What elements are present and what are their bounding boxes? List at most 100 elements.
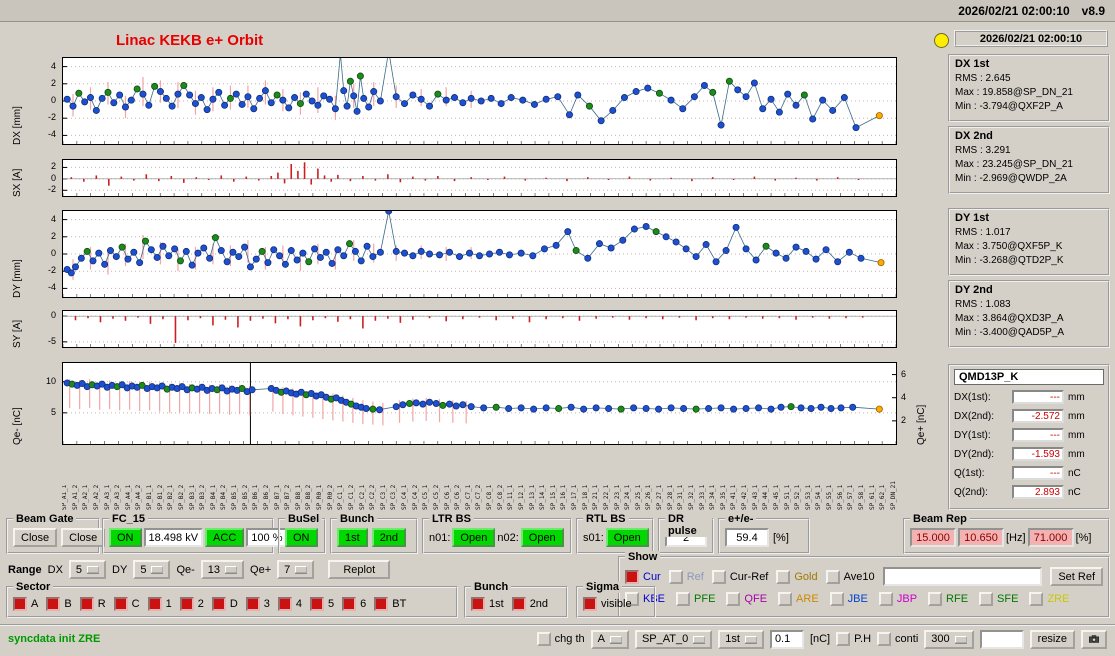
ltr-n02-open-button[interactable]: Open	[521, 528, 564, 547]
bunch-order-select[interactable]: 1st	[718, 630, 764, 649]
show-rfe-checkbox[interactable]: RFE	[928, 592, 968, 606]
dx-orbit-plot[interactable]	[62, 57, 897, 145]
bunch-1st-button[interactable]: 1st	[337, 528, 368, 547]
ref-file-input[interactable]	[883, 567, 1043, 586]
x-axis-label: SP_16_1	[561, 452, 567, 510]
x-axis-label: SP_32_1	[689, 452, 695, 510]
bunch-order-value: 1st	[725, 633, 740, 645]
sector-a-checkbox[interactable]: A	[13, 597, 38, 611]
charge-plot[interactable]	[62, 362, 897, 445]
range-qe-minus-select[interactable]: 13	[201, 560, 244, 579]
show-sfe-checkbox[interactable]: SFE	[979, 592, 1018, 606]
ltr-n01-open-button[interactable]: Open	[452, 528, 495, 547]
sigma-visible-checkbox[interactable]: visible	[583, 597, 632, 611]
show-cur-ref-checkbox[interactable]: Cur-Ref	[712, 570, 769, 584]
x-axis-label: SP_B7_1	[275, 452, 281, 510]
mode-a-select[interactable]: A	[591, 630, 629, 649]
sector-d-checkbox[interactable]: D	[212, 597, 238, 611]
show-qfe-label: QFE	[744, 593, 767, 605]
x-axis-label: SP_52_1	[795, 452, 801, 510]
sector-5-checkbox[interactable]: 5	[310, 597, 334, 611]
selected-monitor-name[interactable]: QMD13P_K	[954, 369, 1104, 385]
show-ref-checkbox[interactable]: Ref	[669, 570, 704, 584]
replot-button[interactable]: Replot	[328, 560, 390, 579]
rtl-bs-group-label: RTL BS	[583, 513, 629, 525]
y-tick-label: 2	[51, 231, 56, 241]
sy-steering-plot[interactable]	[62, 310, 897, 348]
sector-b-checkbox[interactable]: B	[46, 597, 71, 611]
monitor-row-unit: mm	[1068, 430, 1085, 441]
bunch-2nd-button[interactable]: 2nd	[372, 528, 406, 547]
x-axis-label: SP_25_1	[636, 452, 642, 510]
monitor-select[interactable]: SP_AT_0	[635, 630, 712, 649]
show-ave10-checkbox[interactable]: Ave10	[826, 570, 875, 584]
x-axis-label: SP_C2_1	[360, 452, 366, 510]
sector-r-checkbox[interactable]: R	[80, 597, 106, 611]
stat-box-dx-2nd: DX 2nd RMS : 3.291 Max : 23.245@SP_DN_21…	[948, 126, 1110, 194]
sector-c-checkbox[interactable]: C	[114, 597, 140, 611]
extra-input[interactable]	[980, 630, 1024, 649]
sx-steering-plot[interactable]	[62, 159, 897, 197]
sector-4-checkbox[interactable]: 4	[278, 597, 302, 611]
threshold-input[interactable]	[770, 630, 804, 649]
monitor-row-label: DY(2nd):	[954, 449, 1008, 460]
show-zre-checkbox[interactable]: ZRE	[1029, 592, 1069, 606]
rtl-s01-open-button[interactable]: Open	[606, 528, 649, 547]
stat-title: DY 2nd	[955, 284, 1103, 296]
sector-2-checkbox[interactable]: 2	[180, 597, 204, 611]
set-ref-button[interactable]: Set Ref	[1050, 567, 1103, 586]
x-axis-label: SP_27_1	[657, 452, 663, 510]
x-axis-label: SP_C1_2	[349, 452, 355, 510]
busel-on-button[interactable]: ON	[285, 528, 318, 547]
range-dy-select[interactable]: 5	[133, 560, 170, 579]
sector-bt-checkbox[interactable]: BT	[374, 597, 406, 611]
show-gold-checkbox[interactable]: Gold	[776, 570, 817, 584]
checkbox-indicator-icon	[877, 632, 891, 646]
sector-6-checkbox[interactable]: 6	[342, 597, 366, 611]
beam-gate-close-button-2[interactable]: Close	[61, 528, 105, 547]
window-header: 2026/02/21 02:00:10 v8.9	[0, 0, 1115, 22]
checkbox-indicator-icon	[13, 597, 27, 611]
chg-th-checkbox[interactable]: chg th	[537, 632, 585, 646]
checkbox-indicator-icon	[374, 597, 388, 611]
sy-y-tick-labels: 0-5	[34, 310, 58, 348]
conti-checkbox[interactable]: conti	[877, 632, 918, 646]
bunch-2nd-checkbox[interactable]: 2nd	[512, 597, 548, 611]
fc15-on-button[interactable]: ON	[109, 528, 142, 547]
dr-pulse-group-label: DR pulse	[665, 513, 712, 537]
mode-a-value: A	[598, 633, 605, 645]
sector-1-checkbox[interactable]: 1	[148, 597, 172, 611]
range-dx-select[interactable]: 5	[69, 560, 106, 579]
range-qe-plus-select[interactable]: 7	[277, 560, 314, 579]
range-qe-minus-label: Qe-	[176, 564, 194, 576]
y-tick-label: 6	[901, 369, 906, 379]
count-select[interactable]: 300	[924, 630, 973, 649]
dy-orbit-plot[interactable]	[62, 210, 897, 298]
qe-y-tick-labels: 105	[34, 362, 58, 445]
show-are-checkbox[interactable]: ARE	[778, 592, 819, 606]
checkbox-indicator-icon	[676, 592, 690, 606]
stat-min: Min : -2.969@QWDP_2A	[955, 173, 1103, 184]
bunch-1st-checkbox[interactable]: 1st	[471, 597, 504, 611]
x-axis-label: SP_53_1	[806, 452, 812, 510]
monitor-row-label: Q(1st):	[954, 468, 1008, 479]
sector-3-checkbox[interactable]: 3	[246, 597, 270, 611]
sx-y-tick-labels: 20-2	[34, 159, 58, 197]
positron-ratio-group: e+/e- 59.4 [%]	[718, 518, 810, 554]
show-cur-checkbox[interactable]: Cur	[625, 570, 661, 584]
monitor-row-unit: mm	[1068, 392, 1085, 403]
resize-button[interactable]: resize	[1030, 630, 1075, 649]
qe-minus-axis-label: Qe- [nC]	[12, 362, 23, 445]
screenshot-button[interactable]	[1081, 630, 1107, 649]
show-jbe-checkbox[interactable]: JBE	[830, 592, 868, 606]
checkbox-indicator-icon	[778, 592, 792, 606]
show-jbp-checkbox[interactable]: JBP	[879, 592, 917, 606]
beam-gate-close-button-1[interactable]: Close	[13, 528, 57, 547]
show-pfe-checkbox[interactable]: PFE	[676, 592, 715, 606]
show-qfe-checkbox[interactable]: QFE	[726, 592, 767, 606]
status-bar: syncdata init ZRE chg th A SP_AT_0 1st […	[0, 624, 1115, 652]
ltr-bs-group: LTR BS n01: Open n02: Open	[422, 518, 572, 554]
sector-5-label: 5	[328, 598, 334, 610]
ph-checkbox[interactable]: P.H	[836, 632, 871, 646]
fc15-acc-button[interactable]: ACC	[205, 528, 244, 547]
